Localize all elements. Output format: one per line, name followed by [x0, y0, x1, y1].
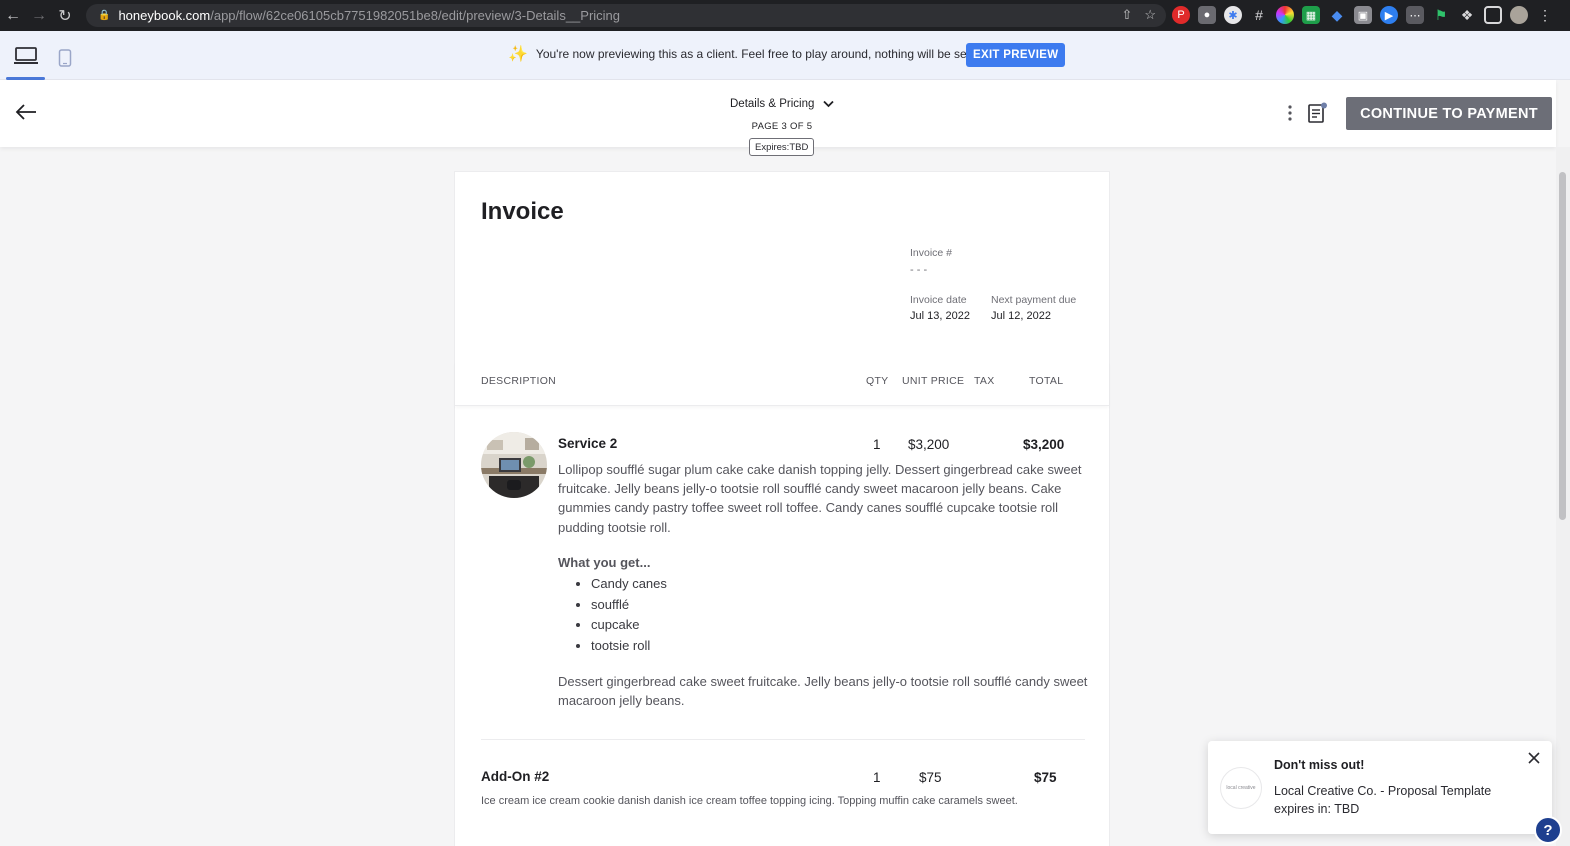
list-item: cupcake: [591, 615, 667, 636]
toast-title: Don't miss out!: [1274, 758, 1365, 772]
url-host: honeybook.com: [118, 8, 211, 23]
item-footer-text: Dessert gingerbread cake sweet fruitcake…: [558, 674, 1088, 709]
company-logo: local creative: [1220, 767, 1262, 809]
page-selector[interactable]: Details & Pricing: [730, 98, 835, 110]
desktop-view-icon[interactable]: [14, 47, 38, 65]
company-logo-text: local creative: [1226, 785, 1256, 791]
hash-extension-icon[interactable]: #: [1250, 6, 1268, 24]
next-payment-value: Jul 12, 2022: [991, 310, 1051, 322]
back-icon[interactable]: ←: [0, 0, 26, 31]
image-extension-icon[interactable]: ▣: [1354, 6, 1372, 24]
service-thumbnail: [481, 432, 547, 498]
expiry-toast: local creative Don't miss out! Local Cre…: [1208, 741, 1552, 834]
invoice-date-value: Jul 13, 2022: [910, 310, 970, 322]
profile-avatar[interactable]: [1510, 6, 1528, 24]
page-count: PAGE 3 OF 5: [751, 121, 813, 132]
lock-icon: 🔒: [98, 10, 111, 21]
column-total: TOTAL: [1029, 375, 1064, 387]
exit-preview-button[interactable]: EXIT PREVIEW: [966, 43, 1066, 67]
camera-extension-icon[interactable]: ●: [1198, 6, 1216, 24]
item-name: Service 2: [558, 436, 618, 451]
browser-toolbar: ← → ↻ 🔒 honeybook.com/app/flow/62ce06105…: [0, 0, 1570, 31]
item-qty: 1: [873, 437, 881, 452]
toast-body: Local Creative Co. - Proposal Template e…: [1274, 784, 1492, 816]
item-qty: 1: [873, 770, 881, 785]
item-unit-price: $3,200: [908, 437, 950, 452]
address-bar[interactable]: 🔒 honeybook.com/app/flow/62ce06105cb7751…: [86, 4, 1166, 27]
expires-badge: Expires:TBD: [749, 138, 815, 156]
puzzle-extension-icon[interactable]: ❖: [1458, 6, 1476, 24]
help-button[interactable]: ?: [1534, 816, 1562, 844]
invoice-date-label: Invoice date: [910, 294, 967, 306]
invoice-number-label: Invoice #: [910, 247, 953, 259]
scrollbar-thumb[interactable]: [1559, 172, 1566, 520]
item-description: Ice cream ice cream cookie danish danish…: [481, 795, 1018, 807]
sheet-extension-icon[interactable]: ▦: [1302, 6, 1320, 24]
continue-to-payment-button[interactable]: CONTINUE TO PAYMENT: [1346, 97, 1552, 130]
invoice-card: Invoice Invoice # - - - Invoice date Jul…: [454, 171, 1110, 846]
column-qty: QTY: [866, 375, 889, 387]
invoice-number-value: - - -: [910, 264, 928, 276]
page-name: Details & Pricing: [730, 98, 815, 110]
flag-extension-icon[interactable]: ⚑: [1432, 6, 1450, 24]
item-description: Lollipop soufflé sugar plum cake cake da…: [558, 462, 1082, 535]
back-arrow-icon[interactable]: [14, 100, 38, 124]
column-unit-price: UNIT PRICE: [902, 375, 965, 387]
url-path: /app/flow/62ce06105cb7751982051be8/edit/…: [210, 8, 621, 23]
item-name: Add-On #2: [481, 769, 550, 784]
color-wheel-extension-icon[interactable]: [1276, 6, 1294, 24]
share-icon[interactable]: ⇧: [1121, 7, 1132, 23]
preview-message: ✨ You're now previewing this as a client…: [508, 44, 980, 64]
sparkle-icon: ✨: [508, 46, 528, 63]
item-unit-price: $75: [919, 770, 942, 785]
list-item: Candy canes: [591, 574, 667, 595]
play-extension-icon[interactable]: ▶: [1380, 6, 1398, 24]
what-you-get-list: Candy canes soufflé cupcake tootsie roll: [591, 574, 667, 657]
gear-extension-icon[interactable]: ✱: [1224, 6, 1242, 24]
diamond-extension-icon[interactable]: ◆: [1328, 6, 1346, 24]
preview-banner: ✨ You're now previewing this as a client…: [0, 31, 1570, 80]
dots-extension-icon[interactable]: ⋯: [1406, 6, 1424, 24]
mobile-view-icon[interactable]: [58, 49, 72, 67]
column-tax: TAX: [974, 375, 995, 387]
reload-icon[interactable]: ↻: [52, 0, 78, 31]
sidebar-toggle-icon[interactable]: [1484, 6, 1502, 24]
preview-message-text: You're now previewing this as a client. …: [535, 47, 981, 61]
browser-menu-icon[interactable]: ⋮: [1536, 6, 1554, 24]
flow-header: Details & Pricing PAGE 3 OF 5 CONTINUE T…: [0, 80, 1556, 147]
column-description: DESCRIPTION: [481, 375, 557, 387]
invoice-title: Invoice: [481, 198, 564, 225]
forward-icon[interactable]: →: [26, 0, 52, 31]
more-options-icon[interactable]: [1283, 104, 1297, 122]
star-icon[interactable]: ☆: [1144, 7, 1156, 23]
next-payment-label: Next payment due: [991, 294, 1077, 306]
item-divider: [481, 739, 1085, 740]
chevron-down-icon: [823, 100, 835, 108]
list-item: soufflé: [591, 595, 667, 616]
table-header: DESCRIPTION QTY UNIT PRICE TAX TOTAL: [455, 362, 1109, 406]
what-you-get-title: What you get...: [558, 555, 651, 570]
item-total: $3,200: [1023, 437, 1065, 452]
list-item: tootsie roll: [591, 636, 667, 657]
close-icon[interactable]: [1526, 750, 1542, 766]
pinterest-extension-icon[interactable]: P: [1172, 6, 1190, 24]
item-total: $75: [1034, 770, 1057, 785]
invoice-summary-icon[interactable]: [1306, 102, 1328, 124]
